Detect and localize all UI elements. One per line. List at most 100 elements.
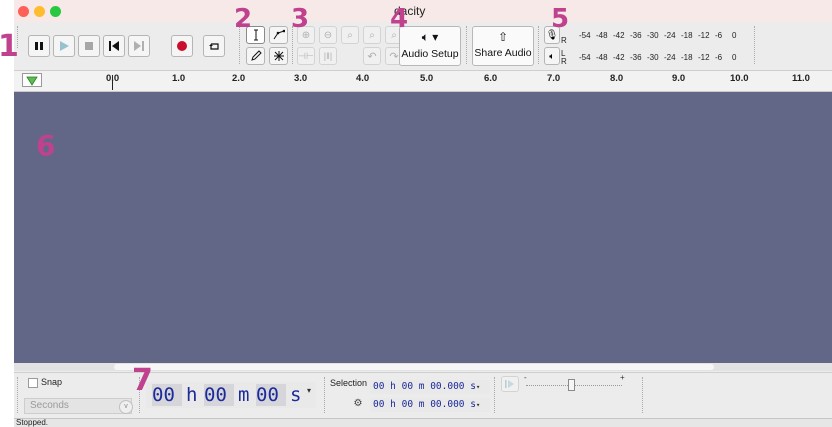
share-toolbar-grip[interactable] xyxy=(466,26,469,64)
meter-tick: -18 xyxy=(681,53,693,62)
annotation-number: 7 xyxy=(132,363,153,398)
close-window-button[interactable] xyxy=(18,6,29,17)
snap-checkbox[interactable] xyxy=(28,378,38,388)
meter-tick: -12 xyxy=(698,53,710,62)
meter-tick: -12 xyxy=(698,31,710,40)
meter-tick: -18 xyxy=(681,31,693,40)
time-hours-unit: h xyxy=(186,384,198,406)
ruler-label: 3.0 xyxy=(294,73,308,84)
time-display[interactable]: 00 h 00 m 00 s ▾ xyxy=(146,382,316,408)
snap-toolbar-grip[interactable] xyxy=(17,377,20,413)
speed-slider-thumb[interactable] xyxy=(568,379,575,391)
play-button[interactable] xyxy=(53,35,75,57)
meter-channel-label: R xyxy=(561,57,567,66)
record-meter[interactable]: R -54 -48 -42 -36 -30 -24 -18 -12 -6 0 xyxy=(561,30,761,45)
meter-toolbar-grip[interactable] xyxy=(538,26,541,64)
share-icon: ⇧ xyxy=(497,30,509,44)
ruler-label: 2.0 xyxy=(232,73,246,84)
skip-to-start-button[interactable] xyxy=(103,35,125,57)
skip-to-start-icon xyxy=(109,41,119,51)
ruler-label: 10.0 xyxy=(730,73,749,84)
selection-start-display[interactable]: 00 h 00 m 00.000 s▾ xyxy=(370,380,490,394)
playback-meter-button[interactable]: 🔈︎ xyxy=(544,47,560,65)
ruler-label: 8.0 xyxy=(610,73,624,84)
play-icon xyxy=(60,41,69,51)
multi-tool-button[interactable] xyxy=(269,47,288,65)
silence-icon: |‖| xyxy=(323,51,333,61)
selection-start-dropdown-icon[interactable]: ▾ xyxy=(476,383,480,391)
selection-end-dropdown-icon[interactable]: ▾ xyxy=(476,401,480,409)
time-seconds-unit: s xyxy=(290,384,302,406)
envelope-tool-button[interactable] xyxy=(269,26,288,44)
zoom-out-button[interactable]: ⊖ xyxy=(319,26,337,44)
title-bar: dacity xyxy=(14,0,832,22)
meter-tick: -54 xyxy=(579,53,591,62)
meter-tick: 0 xyxy=(732,53,737,62)
top-toolbar: ⊕ ⊖ ⌕ ⌕ ⌕ ⊣⊢ |‖| ↶ ↷ 🔈︎ ▾ Audio Setup ⇧ … xyxy=(14,22,832,71)
play-at-speed-icon xyxy=(505,380,514,388)
meter-tick: -36 xyxy=(630,53,642,62)
meter-tick: -48 xyxy=(596,31,608,40)
audio-setup-button[interactable]: 🔈︎ ▾ Audio Setup xyxy=(399,26,461,66)
play-head-button[interactable] xyxy=(22,73,42,87)
record-button[interactable] xyxy=(171,35,193,57)
selection-start-value: 00 h 00 m 00.000 s xyxy=(373,381,476,392)
timeline-ruler[interactable]: 0.0 1.0 2.0 3.0 4.0 5.0 6.0 7.0 8.0 9.0 … xyxy=(14,71,832,92)
play-head-icon xyxy=(26,76,38,86)
pause-button[interactable] xyxy=(28,35,50,57)
bottom-end-grip xyxy=(642,377,645,413)
snap-unit-select[interactable]: Seconds xyxy=(24,398,132,414)
playback-meter[interactable]: L R -54 -48 -42 -36 -30 -24 -18 -12 -6 0 xyxy=(561,49,761,66)
fit-project-button[interactable]: ⌕ xyxy=(363,26,381,44)
time-hours: 00 xyxy=(152,384,182,406)
stop-icon xyxy=(85,42,93,50)
audio-setup-label: Audio Setup xyxy=(401,48,459,60)
horizontal-scroll-thumb[interactable] xyxy=(114,364,714,370)
silence-button[interactable]: |‖| xyxy=(319,47,337,65)
meter-tick: -24 xyxy=(664,53,676,62)
meter-tick: -42 xyxy=(613,53,625,62)
share-audio-label: Share Audio xyxy=(474,47,532,59)
gear-icon: ⚙ xyxy=(353,398,363,409)
share-audio-button[interactable]: ⇧ Share Audio xyxy=(472,26,534,66)
ruler-label: 4.0 xyxy=(356,73,370,84)
selection-toolbar-grip[interactable] xyxy=(324,377,327,413)
selection-end-display[interactable]: 00 h 00 m 00.000 s▾ xyxy=(370,398,490,412)
undo-button[interactable]: ↶ xyxy=(363,47,381,65)
record-icon xyxy=(177,41,187,51)
speed-min-label: - xyxy=(524,373,527,382)
annotation-number: 3 xyxy=(291,4,310,34)
time-format-dropdown-icon[interactable]: ▾ xyxy=(307,386,311,395)
snap-unit-value: Seconds xyxy=(30,400,69,411)
selection-options-button[interactable]: ⚙ xyxy=(352,398,364,410)
skip-to-end-button[interactable] xyxy=(128,35,150,57)
snap-unit-dropdown-button[interactable]: v xyxy=(119,400,133,414)
ruler-label: 1.0 xyxy=(172,73,186,84)
track-area[interactable] xyxy=(14,92,832,363)
time-minutes-unit: m xyxy=(238,384,250,406)
annotation-number: 6 xyxy=(36,129,56,162)
draw-tool-button[interactable] xyxy=(246,47,265,65)
fit-selection-button[interactable]: ⌕ xyxy=(341,26,359,44)
meter-tick: 0 xyxy=(732,31,737,40)
meter-tick: -30 xyxy=(647,53,659,62)
meter-channel-label: R xyxy=(561,36,567,45)
envelope-icon xyxy=(273,29,285,40)
zoom-fit-icon: ⌕ xyxy=(369,29,375,41)
speed-slider[interactable]: - + xyxy=(524,373,625,393)
skip-to-end-icon xyxy=(134,41,144,51)
maximize-window-button[interactable] xyxy=(50,6,61,17)
time-minutes: 00 xyxy=(204,384,234,406)
trim-button[interactable]: ⊣⊢ xyxy=(297,47,315,65)
play-at-speed-toolbar-grip[interactable] xyxy=(494,377,497,413)
stop-button[interactable] xyxy=(78,35,100,57)
minimize-window-button[interactable] xyxy=(34,6,45,17)
loop-button[interactable] xyxy=(203,35,225,57)
meter-tick: -6 xyxy=(715,53,723,62)
time-seconds: 00 xyxy=(256,384,286,406)
ruler-label: 5.0 xyxy=(420,73,434,84)
meter-end-grip xyxy=(754,26,757,64)
asterisk-icon xyxy=(273,51,284,61)
annotation-number: 2 xyxy=(234,4,253,34)
play-at-speed-button[interactable] xyxy=(501,376,519,392)
